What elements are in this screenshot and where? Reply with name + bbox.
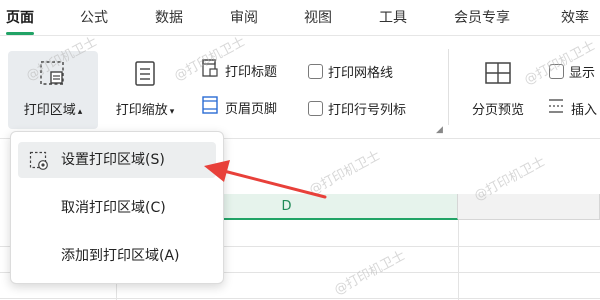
tab-formula[interactable]: 公式 (80, 0, 108, 36)
group-divider (448, 49, 449, 125)
page-break-preview-icon (483, 59, 513, 93)
column-divider (458, 220, 459, 300)
chevron-up-icon: ▴ (77, 107, 83, 117)
tab-review[interactable]: 审阅 (230, 0, 258, 36)
menu-item-label: 设置打印区域(S) (61, 152, 165, 168)
print-scale-label: 打印缩放 (115, 103, 168, 118)
header-footer-label: 页眉页脚 (225, 101, 278, 117)
menu-item-label: 取消打印区域(C) (61, 200, 166, 216)
print-scale-button[interactable]: 打印缩放 ▾ (102, 51, 188, 129)
ribbon-tab-bar: 页面 公式 数据 审阅 视图 工具 会员专享 效率 (0, 0, 600, 36)
checkbox-box[interactable] (549, 63, 564, 79)
chevron-down-icon: ▾ (169, 107, 175, 117)
header-footer-icon (200, 95, 220, 119)
menu-item-cancel-print-area[interactable]: 取消打印区域(C) (18, 190, 216, 226)
tab-data[interactable]: 数据 (155, 0, 183, 36)
print-row-col-labels-label: 打印行号列标 (328, 102, 407, 118)
menu-item-set-print-area[interactable]: 设置打印区域(S) (18, 142, 216, 178)
column-header-next[interactable] (458, 194, 600, 220)
show-checkbox[interactable]: 显示 (549, 60, 595, 82)
row-divider (0, 298, 600, 299)
print-area-dropdown-menu: 设置打印区域(S) 取消打印区域(C) 添加到打印区域(A) (10, 131, 224, 284)
tab-page[interactable]: 页面 (6, 0, 34, 36)
tab-tools[interactable]: 工具 (379, 0, 407, 36)
print-title-button[interactable]: 打印标题 (200, 59, 277, 81)
print-gridlines-checkbox[interactable]: 打印网格线 (308, 60, 393, 82)
print-scale-icon (130, 59, 160, 93)
tab-efficiency[interactable]: 效率 (561, 0, 589, 36)
tab-view[interactable]: 视图 (304, 0, 332, 36)
print-area-button[interactable]: 打印区域 ▴ (8, 51, 98, 129)
page-break-preview-button[interactable]: 分页预览 (460, 51, 536, 129)
checkbox-box[interactable] (308, 63, 323, 79)
menu-item-add-to-print-area[interactable]: 添加到打印区域(A) (18, 238, 216, 274)
dialog-launcher-icon[interactable]: ◢ (436, 125, 443, 135)
print-title-label: 打印标题 (225, 64, 278, 80)
print-area-label: 打印区域 (23, 103, 76, 118)
insert-page-break-icon (546, 96, 566, 120)
print-title-icon (200, 58, 220, 82)
insert-page-break-button[interactable]: 插入 (546, 97, 597, 119)
column-header-label: D (281, 199, 292, 214)
print-row-col-labels-checkbox[interactable]: 打印行号列标 (308, 97, 406, 119)
print-gridlines-label: 打印网格线 (328, 65, 394, 81)
tab-member[interactable]: 会员专享 (454, 0, 510, 36)
checkbox-box[interactable] (308, 100, 323, 116)
page-break-preview-label: 分页预览 (471, 103, 524, 118)
ribbon-toolbar: 打印区域 ▴ 打印缩放 ▾ 打印标题 页眉页脚 打印网格线 打印行号列标 ◢ 分… (0, 37, 600, 139)
set-print-area-icon (29, 151, 49, 175)
show-label: 显示 (569, 65, 596, 81)
print-area-icon (38, 59, 68, 93)
menu-item-label: 添加到打印区域(A) (61, 248, 180, 264)
insert-label: 插入 (571, 102, 598, 118)
header-footer-button[interactable]: 页眉页脚 (200, 96, 277, 118)
